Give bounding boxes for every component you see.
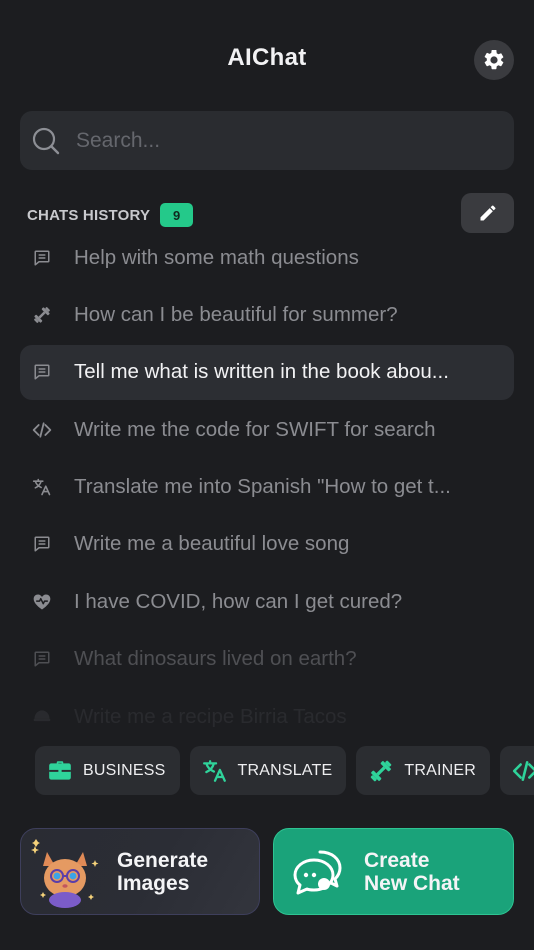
category-chip-label: BUSINESS [83,761,166,779]
category-chip-business[interactable]: BUSINESS [35,746,180,795]
cat-avatar-icon [31,838,99,908]
chat-history-item-text: Write me the code for SWIFT for search [74,417,436,441]
translate-icon [32,477,52,497]
category-chip-label: TRAINER [404,761,477,779]
chat-history-item-text: What dinosaurs lived on earth? [74,647,357,671]
chats-count-badge: 9 [160,203,194,227]
message-icon [32,362,52,382]
chat-history-item-text: I have COVID, how can I get cured? [74,589,403,613]
category-chip-code[interactable] [500,746,534,795]
food-icon [32,707,52,727]
category-chip-translate[interactable]: TRANSLATE [189,746,347,795]
search-bar[interactable] [20,111,514,170]
message-icon [32,248,52,268]
chat-history-item[interactable]: Write me a recipe Birria Tacos [20,689,514,744]
chats-history-header: CHATS HISTORY 9 [27,203,194,227]
create-new-chat-button[interactable]: Create New Chat [273,828,514,915]
edit-button[interactable] [461,193,514,233]
heart-pulse-icon [32,592,52,612]
briefcase-icon [47,758,73,784]
category-chip-label: TRANSLATE [237,761,333,779]
chat-history-list: Help with some math questions How can I b… [20,230,514,747]
translate-icon [202,758,228,784]
chat-history-item-text: Translate me into Spanish "How to get t.… [74,475,451,499]
chat-history-item[interactable]: What dinosaurs lived on earth? [20,632,514,687]
generate-images-label: Generate Images [117,848,209,895]
message-icon [32,649,52,669]
search-input[interactable] [76,128,476,153]
code-icon [512,758,534,784]
search-icon [32,127,60,154]
settings-button[interactable] [474,40,514,80]
chat-history-item[interactable]: I have COVID, how can I get cured? [20,574,514,629]
chat-history-item[interactable]: Write me the code for SWIFT for search [20,402,514,457]
dumbbell-icon [368,758,394,784]
chat-history-item-text: Write me a recipe Birria Tacos [74,704,347,728]
dumbbell-icon [32,305,52,325]
chat-history-item-text: Tell me what is written in the book abou… [74,360,449,384]
chat-history-item[interactable]: Tell me what is written in the book abou… [20,344,514,400]
pencil-icon [480,205,496,221]
chat-history-item-text: How can I be beautiful for summer? [74,302,398,326]
generate-images-button[interactable]: Generate Images [20,828,260,915]
create-new-chat-label: Create New Chat [364,848,460,895]
chat-history-item[interactable]: Help with some math questions [20,230,514,285]
page-title: AIChat [227,44,307,71]
chat-history-item[interactable]: Write me a beautiful love song [20,517,514,572]
code-icon [32,420,52,440]
header: AIChat [0,0,534,110]
message-icon [32,534,52,554]
chat-history-item[interactable]: How can I be beautiful for summer? [20,287,514,342]
gear-icon [484,49,504,70]
chat-history-item-text: Write me a beautiful love song [74,532,350,556]
category-chips: BUSINESS TRANSLATE TRAINER [35,746,534,795]
chat-history-item-text: Help with some math questions [74,245,359,269]
chat-history-item[interactable]: Translate me into Spanish "How to get t.… [20,460,514,515]
chats-history-title: CHATS HISTORY [27,206,151,224]
chat-bubbles-icon [293,850,342,894]
category-chip-trainer[interactable]: TRAINER [356,746,491,795]
